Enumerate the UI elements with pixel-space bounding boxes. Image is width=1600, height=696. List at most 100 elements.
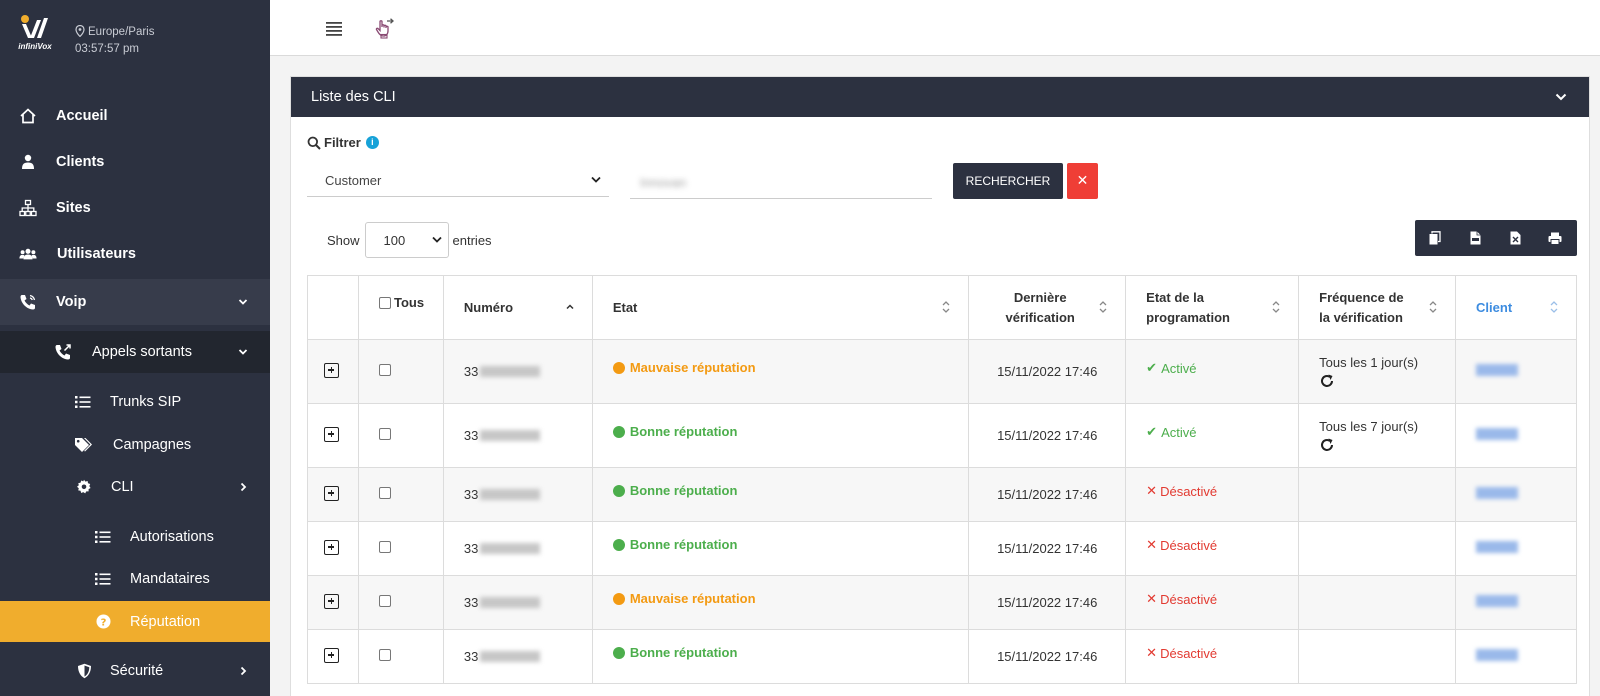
header-derniere-verification[interactable]: Dernière vérification xyxy=(968,275,1127,340)
client-link[interactable] xyxy=(1476,487,1519,499)
header-etat[interactable]: Etat xyxy=(591,275,970,340)
etat-value: Bonne réputation xyxy=(629,483,738,498)
chevron-down-icon xyxy=(591,176,601,183)
status-dot-icon xyxy=(612,425,625,438)
etat-cell: Bonne réputation xyxy=(591,403,970,468)
row-checkbox[interactable] xyxy=(378,595,391,607)
freq-cell xyxy=(1298,575,1457,630)
nav-item-voip[interactable]: Voip xyxy=(0,279,270,325)
client-cell xyxy=(1455,403,1577,468)
client-link[interactable] xyxy=(1476,649,1519,661)
cross-icon: ✕ xyxy=(1146,645,1158,660)
numero-cell: 33 xyxy=(442,467,593,522)
pointer-switch-icon[interactable] xyxy=(373,17,395,39)
nav-item-securite[interactable]: Sécurité xyxy=(0,651,270,691)
question-circle-icon: ? xyxy=(94,613,112,631)
hamburger-menu-icon[interactable] xyxy=(323,17,345,39)
nav-item-appels-sortants[interactable]: Appels sortants xyxy=(0,331,270,373)
date-cell: 15/11/2022 17:46 xyxy=(968,521,1127,576)
search-button[interactable]: RECHERCHER xyxy=(953,163,1063,199)
header-etat-programation[interactable]: Etat de la programation xyxy=(1125,275,1300,340)
cli-table: Tous Numéro Etat Dernière vérification E… xyxy=(307,275,1577,684)
nav-item-trunks-sip[interactable]: Trunks SIP xyxy=(0,382,270,422)
header-client[interactable]: Client xyxy=(1455,275,1577,340)
brand-logo[interactable]: infiniVox xyxy=(14,14,56,56)
numero-value: 33 xyxy=(463,487,479,502)
etat-cell: Bonne réputation xyxy=(591,521,970,576)
status-dot-icon xyxy=(612,361,625,374)
select-all-checkbox[interactable] xyxy=(378,296,391,309)
nav-item-mandataires[interactable]: Mandataires xyxy=(0,559,270,599)
check-icon: ✔ xyxy=(1146,360,1158,375)
nav-item-cli[interactable]: CLI xyxy=(0,467,270,507)
copy-button[interactable] xyxy=(1415,220,1455,256)
client-link[interactable] xyxy=(1476,541,1519,553)
nav-item-sites[interactable]: Sites xyxy=(0,185,270,231)
chevron-down-icon[interactable] xyxy=(1555,92,1567,102)
cross-icon: ✕ xyxy=(1146,591,1158,606)
card-header[interactable]: Liste des CLI xyxy=(291,77,1589,117)
etat-cell: Bonne réputation xyxy=(591,467,970,522)
nav-label-mandataires: Mandataires xyxy=(130,571,210,587)
numero-value: 33 xyxy=(463,595,479,610)
freq-cell xyxy=(1298,629,1457,684)
show-label: Show xyxy=(327,232,360,248)
client-link[interactable] xyxy=(1476,595,1519,607)
clear-filter-button[interactable]: ✕ xyxy=(1067,163,1098,199)
client-cell xyxy=(1455,521,1577,576)
date-cell: 15/11/2022 17:46 xyxy=(968,629,1127,684)
status-dot-icon xyxy=(612,484,625,497)
nav-item-utilisateurs[interactable]: Utilisateurs xyxy=(0,231,270,277)
entries-select[interactable]: 100 xyxy=(364,222,449,258)
filter-label: Filtrer i xyxy=(307,135,379,150)
csv-button[interactable] xyxy=(1455,220,1495,256)
expand-row-icon[interactable] xyxy=(324,539,339,555)
client-link[interactable] xyxy=(1476,428,1519,440)
header-etat-prog-label: Etat de la programation xyxy=(1146,289,1230,325)
row-checkbox[interactable] xyxy=(378,428,391,440)
row-checkbox[interactable] xyxy=(378,649,391,661)
nav-item-accueil[interactable]: Accueil xyxy=(0,93,270,139)
client-link[interactable] xyxy=(1476,364,1519,376)
prog-value: Désactivé xyxy=(1160,483,1218,499)
redacted-number xyxy=(480,366,541,377)
file-excel-icon xyxy=(1510,231,1520,245)
chevron-right-icon xyxy=(240,482,247,492)
timezone-time: 03:57:57 pm xyxy=(75,43,139,55)
check-icon: ✔ xyxy=(1146,424,1158,439)
timezone-zone: Europe/Paris xyxy=(88,26,155,38)
info-icon[interactable]: i xyxy=(365,136,379,149)
print-button[interactable] xyxy=(1535,220,1575,256)
sort-icon xyxy=(1272,301,1280,313)
header-numero[interactable]: Numéro xyxy=(442,275,593,340)
expand-row-icon[interactable] xyxy=(324,647,339,663)
home-icon xyxy=(19,107,37,125)
expand-row-icon[interactable] xyxy=(324,485,339,501)
filter-value-input[interactable]: Innovan xyxy=(630,165,932,199)
excel-button[interactable] xyxy=(1495,220,1535,256)
nav-item-reputation[interactable]: ? Réputation xyxy=(0,601,270,642)
entries-suffix: entries xyxy=(452,232,492,248)
phone-volume-icon xyxy=(19,293,37,311)
brand-area: infiniVox Europe/Paris 03:57:57 pm xyxy=(0,0,270,74)
expand-row-icon[interactable] xyxy=(324,362,339,378)
expand-row-icon[interactable] xyxy=(324,593,339,609)
row-checkbox[interactable] xyxy=(378,364,391,376)
expand-row-icon[interactable] xyxy=(324,426,339,442)
nav-item-clients[interactable]: Clients xyxy=(0,139,270,185)
nav-label-clients: Clients xyxy=(56,154,105,170)
entries-length-control: Show 100 entries xyxy=(327,222,492,258)
redacted-number xyxy=(480,597,541,608)
redo-icon xyxy=(1321,438,1334,451)
row-checkbox[interactable] xyxy=(378,541,391,553)
prog-cell: ✕ Désactivé xyxy=(1125,575,1300,630)
nav-label-autorisations: Autorisations xyxy=(130,529,214,545)
nav-label-sites: Sites xyxy=(56,200,91,216)
freq-value: Tous les 7 jour(s) xyxy=(1319,419,1419,434)
row-checkbox[interactable] xyxy=(378,487,391,499)
numero-cell: 33 xyxy=(442,629,593,684)
header-frequence[interactable]: Fréquence de la vérification xyxy=(1298,275,1457,340)
nav-item-autorisations[interactable]: Autorisations xyxy=(0,517,270,557)
nav-item-campagnes[interactable]: Campagnes xyxy=(0,425,270,465)
filter-field-select[interactable]: Customer xyxy=(307,163,609,197)
